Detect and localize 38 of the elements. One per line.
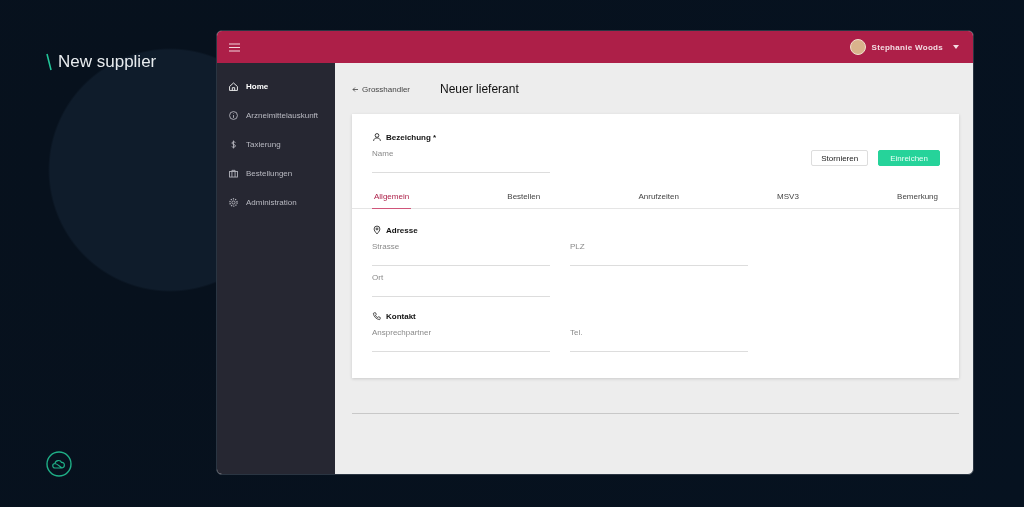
tab[interactable]: Bestellen	[505, 192, 543, 209]
tab[interactable]: Bemerkung	[895, 192, 940, 209]
tab[interactable]: Anrufzeiten	[636, 192, 681, 209]
back-link[interactable]: Grosshandler	[352, 84, 411, 94]
field-label: Ort	[372, 273, 385, 282]
slash-icon	[46, 53, 52, 71]
caret-icon[interactable]	[953, 45, 959, 49]
sidebar-item[interactable]: Taxierung	[228, 137, 335, 151]
cancel-button[interactable]: Stornieren	[811, 150, 869, 166]
sidebar-item[interactable]: Administration	[228, 195, 335, 209]
sidebar-item[interactable]: Home	[228, 79, 335, 93]
menu-icon[interactable]	[229, 42, 240, 52]
field-label: Strasse	[372, 242, 401, 251]
location-pin-icon	[372, 225, 382, 235]
field-label: PLZ	[570, 242, 586, 251]
settings-icon	[228, 196, 239, 208]
slide-title: New supplier	[58, 52, 157, 72]
section-title: Bezeichung *	[386, 132, 437, 142]
sidebar-item[interactable]: Bestellungen	[228, 166, 335, 180]
info-icon	[228, 109, 239, 121]
phone-icon	[372, 311, 382, 321]
page-title: Neuer lieferant	[440, 82, 519, 96]
field-label: Tel.	[570, 328, 584, 337]
home-icon	[228, 80, 239, 92]
dollar-icon	[228, 138, 239, 150]
section-title: Kontakt	[386, 311, 416, 321]
cloud-logo-icon	[46, 451, 72, 477]
tab[interactable]: MSV3	[775, 192, 801, 209]
user-name[interactable]: Stephanie Woods	[871, 42, 943, 52]
back-arrow-icon	[352, 86, 358, 92]
sidebar-item[interactable]: Arzneimittelauskunft	[228, 108, 335, 122]
tab[interactable]: Allgemein	[372, 192, 412, 209]
field-label: Ansprechpartner	[372, 328, 433, 337]
field-label: Name	[372, 149, 395, 158]
avatar[interactable]	[849, 39, 866, 55]
user-icon	[372, 132, 382, 142]
section-title: Adresse	[386, 225, 418, 235]
briefcase-icon	[228, 167, 239, 179]
